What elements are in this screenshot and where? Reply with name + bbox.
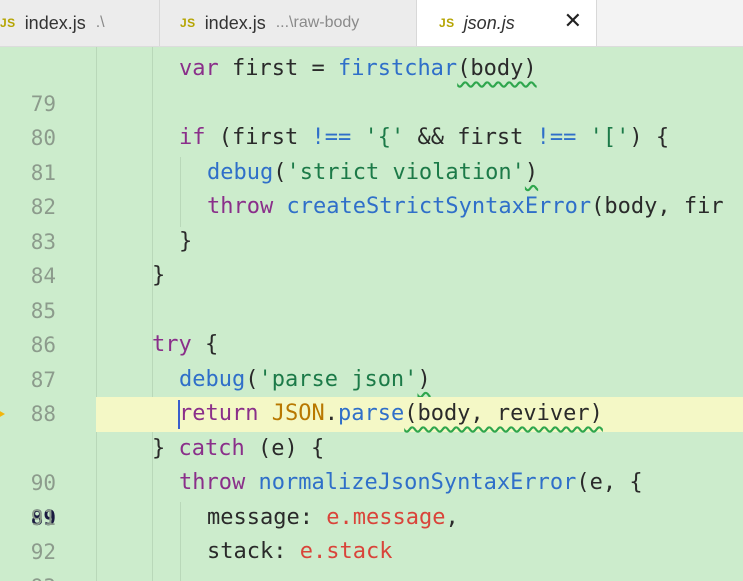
keyword-token: throw: [179, 470, 246, 495]
line-code: try {: [152, 328, 218, 363]
line-code: throw normalizeJsonSyntaxError(e, {: [179, 466, 643, 501]
keyword-token: throw: [207, 194, 274, 219]
keyword-token: if: [179, 125, 206, 150]
line-code: var first = firstchar(body): [179, 52, 537, 87]
tab-label: index.js: [204, 12, 266, 33]
line-code: return JSON.parse(body, reviver): [179, 397, 603, 432]
function-token: debug: [207, 159, 274, 185]
close-icon[interactable]: ✕: [564, 9, 582, 34]
string-token: 'strict violation': [286, 159, 525, 185]
line-code: message: e.message,: [207, 501, 459, 536]
code-line: 88 debug('parse json'): [0, 363, 743, 427]
line-code: throw createStrictSyntaxError(body, fir: [207, 190, 724, 225]
tab-description: ...\raw-body: [275, 14, 360, 31]
code-line: 90 } catch (e) {: [0, 432, 743, 496]
tab-index-js-root[interactable]: JS index.js .\: [0, 0, 160, 46]
property-token: e.: [286, 539, 327, 564]
keyword-token: var: [179, 56, 219, 81]
function-token: firstchar: [337, 56, 458, 81]
line-code: debug('parse json'): [179, 363, 431, 398]
line-code: }: [179, 225, 192, 260]
text-token: stack:: [207, 539, 287, 564]
text-token: first =: [218, 56, 338, 81]
tab-index-js-raw-body[interactable]: JS index.js ...\raw-body: [160, 0, 417, 46]
text-token: (: [273, 159, 287, 185]
text-token: }: [152, 263, 166, 288]
tab-label: index.js: [24, 12, 86, 33]
text-token: }: [179, 228, 193, 254]
text-token: ) {: [629, 125, 670, 150]
keyword-token: return: [179, 401, 259, 426]
tab-label: json.js: [463, 12, 515, 33]
text-token: (e, {: [576, 470, 643, 495]
breakpoint-arrow-icon[interactable]: [0, 407, 5, 421]
string-token: 'parse json': [258, 366, 418, 392]
tab-json-js[interactable]: JS json.js ✕: [417, 0, 597, 46]
text-token: ,: [445, 504, 459, 530]
code-line: 83 throw createStrictSyntaxError(body, f…: [0, 190, 743, 254]
text-cursor: [178, 400, 180, 429]
line-code: stack: e.stack: [207, 535, 392, 570]
function-token: parse: [337, 401, 405, 426]
text-token: {: [191, 332, 219, 357]
code-line: 87 try {: [0, 328, 743, 392]
tab-bar: JS index.js .\ JS index.js ...\raw-body …: [0, 0, 743, 47]
text-token: (body, reviver): [404, 401, 603, 426]
text-token: message:: [207, 504, 313, 530]
code-line: 85 }: [0, 259, 743, 323]
code-line-current: 89 return JSON.parse(body, reviver): [0, 397, 743, 530]
object-token: JSON: [271, 401, 325, 426]
string-token: '{': [364, 125, 405, 150]
text-token: (first: [205, 125, 312, 150]
text-token: (e) {: [244, 435, 325, 461]
javascript-file-icon: JS: [180, 16, 196, 30]
javascript-file-icon: JS: [439, 16, 455, 30]
text-token: ): [417, 366, 431, 392]
code-line: 93 stack: e.stack: [0, 535, 743, 581]
code-line: 79 var first = firstchar(body): [0, 52, 743, 116]
function-token: debug: [179, 366, 246, 392]
text-token: .: [324, 401, 338, 426]
text-token: (: [245, 366, 259, 392]
code-line: 92 message: e.message,: [0, 501, 743, 565]
property-token: e.: [312, 504, 353, 530]
keyword-token: catch: [178, 435, 245, 461]
text-token: (body, fir: [591, 194, 724, 219]
code-line: 86: [0, 294, 743, 357]
code-line: 91 throw normalizeJsonSyntaxError(e, {: [0, 466, 743, 530]
keyword-token: try: [152, 332, 192, 357]
code-line: 84 }: [0, 225, 743, 289]
operator-token: !==: [536, 125, 577, 150]
text-token: ): [524, 159, 539, 185]
code-line: 82 debug('strict violation'): [0, 156, 743, 220]
function-token: createStrictSyntaxError: [286, 194, 592, 219]
text-token: && first: [404, 125, 537, 150]
text-token: }: [152, 435, 179, 461]
string-token: '[': [589, 125, 630, 150]
function-token: normalizeJsonSyntaxError: [258, 470, 577, 495]
code-line: 81 if (first !== '{' && first !== '[') {: [0, 121, 743, 185]
code-line: 80: [0, 87, 743, 150]
code-editor[interactable]: 79 var first = firstchar(body) 80 81 if …: [0, 47, 743, 581]
text-token: (body): [457, 56, 537, 81]
line-code: debug('strict violation'): [207, 156, 538, 191]
line-code: } catch (e) {: [152, 432, 324, 467]
line-code: if (first !== '{' && first !== '[') {: [179, 121, 669, 156]
line-code: }: [152, 259, 165, 294]
property-token: stack: [326, 539, 393, 564]
tab-description: .\: [95, 14, 105, 31]
javascript-file-icon: JS: [0, 16, 16, 30]
property-token: message: [352, 504, 446, 530]
line-number: 93: [0, 570, 56, 581]
operator-token: !==: [311, 125, 352, 150]
